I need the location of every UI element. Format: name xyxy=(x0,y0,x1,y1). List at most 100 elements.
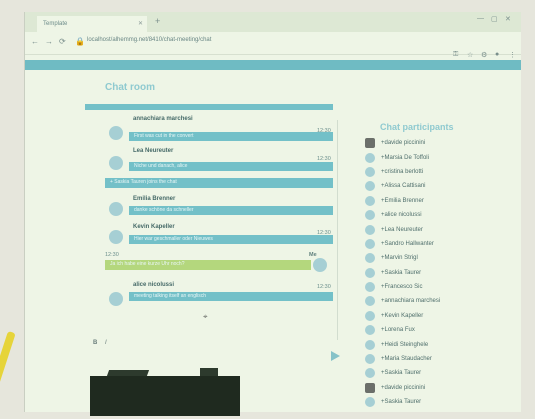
avatar xyxy=(109,292,123,306)
browser-screen: Template ✕ + — ▢ ✕ ← → ⟳ 🔒 localhost/alh… xyxy=(24,12,521,412)
participant-item[interactable]: +Saskia Taurer xyxy=(365,395,515,409)
participant-item[interactable]: +Alissa Cattisani xyxy=(365,179,515,193)
participant-item[interactable]: +Saskia Taurer xyxy=(365,266,515,280)
message-text: Niche und danach, alice xyxy=(134,163,188,169)
participant-avatar xyxy=(365,368,375,379)
participant-item[interactable]: +davide piccinini xyxy=(365,381,515,395)
key-icon[interactable]: ⚿ xyxy=(453,51,458,59)
participant-avatar xyxy=(365,181,375,192)
close-tab-icon[interactable]: ✕ xyxy=(138,16,143,32)
pen-photo-object xyxy=(0,330,16,419)
message-sender: Emilia Brenner xyxy=(133,196,176,202)
extension-icon[interactable]: ⚙ xyxy=(481,51,487,59)
participants-list: +davide piccinini +Marsia De Toffoli +cris… xyxy=(365,136,515,409)
participant-item[interactable]: +Francesco Sic xyxy=(365,280,515,294)
message-bubble: danke schöne da schneller xyxy=(129,206,333,215)
avatar-me xyxy=(313,258,327,272)
message-bubble: Hier war geschmaller oder Nieuwes xyxy=(129,235,333,244)
send-icon[interactable] xyxy=(331,351,340,361)
tab-bar: Template ✕ + — ▢ ✕ xyxy=(25,12,521,32)
message-text: meeting talking itself an englisch xyxy=(134,293,206,299)
close-window-icon[interactable]: ✕ xyxy=(505,15,511,23)
lock-icon: 🔒 xyxy=(75,37,85,46)
participant-item[interactable]: +cristina berlotti xyxy=(365,165,515,179)
message-bubble-previous xyxy=(85,104,333,110)
system-message-text: + Saskia Tauren joins the chat xyxy=(110,179,177,185)
participant-item[interactable]: +davide piccinini xyxy=(365,136,515,150)
avatar xyxy=(109,156,123,170)
participant-avatar xyxy=(365,166,375,177)
participant-avatar xyxy=(365,238,375,249)
arrow-right-icon[interactable]: → xyxy=(45,37,53,46)
participant-name: +Maria Staudacher xyxy=(381,356,432,363)
minimize-icon[interactable]: — xyxy=(477,15,484,22)
participant-item[interactable]: +Emilia Brenner xyxy=(365,194,515,208)
kebab-menu-icon[interactable]: ⋮ xyxy=(509,51,516,59)
star-icon[interactable]: ☆ xyxy=(467,51,473,59)
participant-item[interactable]: +Marsia De Toffoli xyxy=(365,150,515,164)
participant-item[interactable]: +Maria Staudacher xyxy=(365,352,515,366)
participant-item[interactable]: +alice nicolussi xyxy=(365,208,515,222)
participant-name: +Marvin Strigl xyxy=(381,255,418,262)
participant-item[interactable]: +Lorena Fux xyxy=(365,323,515,337)
participant-name: +Saskia Taurer xyxy=(381,399,422,406)
participant-name: +Sandro Hallwanter xyxy=(381,240,434,247)
participant-item[interactable]: +Heidi Steinghele xyxy=(365,337,515,351)
participant-name: +Lorena Fux xyxy=(381,327,415,334)
participant-name: +Heidi Steinghele xyxy=(381,341,429,348)
participant-avatar xyxy=(365,382,375,393)
participant-item[interactable]: +Marvin Strigl xyxy=(365,251,515,265)
participant-item[interactable]: +Kevin Kapeller xyxy=(365,309,515,323)
participant-avatar xyxy=(365,210,375,221)
page-header-bar xyxy=(25,60,521,70)
participant-avatar xyxy=(365,138,375,149)
page-title: Chat room xyxy=(105,82,155,93)
message-text: Hier war geschmaller oder Nieuwes xyxy=(134,236,213,242)
participant-name: +Alissa Cattisani xyxy=(381,183,426,190)
participant-name: +alice nicolussi xyxy=(381,212,422,219)
book-photo-object xyxy=(90,368,240,416)
message-sender-me: Me xyxy=(309,252,317,258)
maximize-icon[interactable]: ▢ xyxy=(491,15,498,23)
participant-name: +davide piccinini xyxy=(381,140,426,147)
message-time: 12:30 xyxy=(317,284,331,290)
participant-avatar xyxy=(365,339,375,350)
avatar xyxy=(109,202,123,216)
participant-avatar xyxy=(365,354,375,365)
message-bubble: Niche und danach, alice xyxy=(129,162,333,171)
avatar xyxy=(109,126,123,140)
message-text: danke schöne da schneller xyxy=(134,207,194,213)
participant-avatar xyxy=(365,325,375,336)
participant-name: +cristina berlotti xyxy=(381,168,424,175)
scroll-divider[interactable] xyxy=(337,120,338,340)
arrow-left-icon[interactable]: ← xyxy=(31,37,39,46)
participant-item[interactable]: +annachiara marchesi xyxy=(365,294,515,308)
italic-button[interactable]: I xyxy=(105,340,107,346)
participant-item[interactable]: +Saskia Taurer xyxy=(365,366,515,380)
profile-icon[interactable]: ● xyxy=(495,51,499,58)
participant-name: +Marsia De Toffoli xyxy=(381,154,429,161)
participant-avatar xyxy=(365,267,375,278)
participant-avatar xyxy=(365,296,375,307)
participant-avatar xyxy=(365,282,375,293)
message-sender: alice nicolussi xyxy=(133,282,175,288)
message-bubble: First was cut in the convert xyxy=(129,132,333,141)
message-bubble: meeting talking itself an englisch xyxy=(129,292,333,301)
bold-button[interactable]: B xyxy=(93,340,97,346)
participant-item[interactable]: +Sandro Hallwanter xyxy=(365,237,515,251)
participant-avatar xyxy=(365,195,375,206)
new-tab-icon[interactable]: + xyxy=(155,16,160,26)
message-time: 12:30 xyxy=(105,252,119,258)
participant-name: +Saskia Taurer xyxy=(381,269,422,276)
participant-name: +davide piccinini xyxy=(381,384,426,391)
reload-icon[interactable]: ⟳ xyxy=(59,37,66,46)
url-input[interactable]: localhost/alhemmg.net/8410/chat-meeting/… xyxy=(87,37,211,43)
participant-item[interactable]: +Lea Neureuter xyxy=(365,222,515,236)
message-sender: Kevin Kapeller xyxy=(133,224,175,230)
browser-tab[interactable]: Template ✕ xyxy=(37,16,147,32)
participant-name: +Francesco Sic xyxy=(381,284,423,291)
avatar xyxy=(109,230,123,244)
participant-name: +Saskia Taurer xyxy=(381,370,422,377)
mouse-pointer-icon: ⌖ xyxy=(203,312,208,321)
message-bubble-me: Ja ich habe eine kurze Uhr noch? xyxy=(105,260,311,270)
